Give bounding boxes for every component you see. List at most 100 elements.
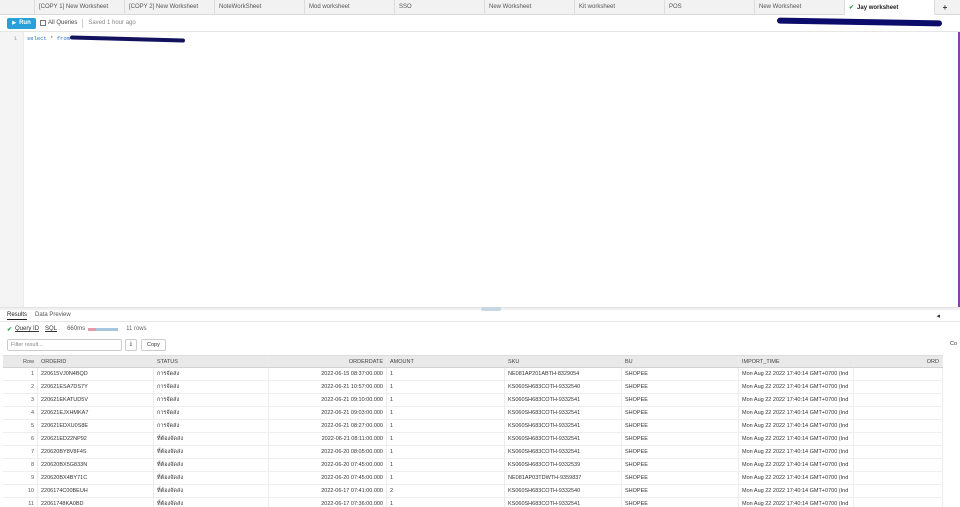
- table-cell[interactable]: SHOPEE: [622, 446, 739, 458]
- add-tab-button[interactable]: +: [935, 0, 955, 15]
- table-cell[interactable]: [854, 472, 943, 484]
- sql-link[interactable]: SQL: [45, 326, 57, 332]
- table-cell[interactable]: ที่ต้องจัดส่ง: [154, 485, 269, 497]
- table-cell[interactable]: SHOPEE: [622, 459, 739, 471]
- table-cell[interactable]: 11: [3, 498, 38, 507]
- table-cell[interactable]: Mon Aug 22 2022 17:40:14 GMT+0700 (Ind: [739, 446, 854, 458]
- table-cell[interactable]: SHOPEE: [622, 498, 739, 507]
- table-cell[interactable]: 220615VJ0N4BQD: [38, 368, 154, 380]
- table-cell[interactable]: Mon Aug 22 2022 17:40:14 GMT+0700 (Ind: [739, 459, 854, 471]
- table-row[interactable]: 8 220620BX5G833N ที่ต้องจัดส่ง 2022-06-20 0…: [3, 459, 943, 472]
- table-cell[interactable]: [854, 459, 943, 471]
- tab-worksheet[interactable]: New Worksheet: [755, 0, 845, 15]
- table-cell[interactable]: 3: [3, 394, 38, 406]
- table-row[interactable]: 1 220615VJ0N4BQD การจัดส่ง 2022-06-15 08:37…: [3, 368, 943, 381]
- tab-worksheet-active[interactable]: ✔ Jay worksheet: [845, 0, 935, 15]
- table-cell[interactable]: SHOPEE: [622, 433, 739, 445]
- table-cell[interactable]: ที่ต้องจัดส่ง: [154, 459, 269, 471]
- download-icon[interactable]: ⤓: [125, 338, 137, 351]
- tab-worksheet[interactable]: [COPY 1] New Worksheet: [35, 0, 125, 15]
- table-row[interactable]: 7 220620BY8V8F4S ที่ต้องจัดส่ง 2022-06-20 0…: [3, 446, 943, 459]
- table-cell[interactable]: [854, 381, 943, 393]
- table-cell[interactable]: 220621EKATUD5V: [38, 394, 154, 406]
- table-cell[interactable]: 2: [3, 381, 38, 393]
- table-cell[interactable]: KS060SH683COTH-9332541: [505, 407, 622, 419]
- table-cell[interactable]: KS060SH683COTH-9332539: [505, 459, 622, 471]
- tab-worksheet[interactable]: Kit worksheet: [575, 0, 665, 15]
- table-cell[interactable]: 2022-06-21 10:57:00.000: [269, 381, 387, 393]
- table-cell[interactable]: ที่ต้องจัดส่ง: [154, 472, 269, 484]
- table-cell[interactable]: Mon Aug 22 2022 17:40:14 GMT+0700 (Ind: [739, 394, 854, 406]
- table-row[interactable]: 10 2206174C00BEUH ที่ต้องจัดส่ง 2022-06-17 …: [3, 485, 943, 498]
- table-cell[interactable]: KS060SH683COTH-9332541: [505, 433, 622, 445]
- table-cell[interactable]: KS060SH683COTH-9332541: [505, 394, 622, 406]
- code-line[interactable]: select * from: [27, 35, 70, 42]
- all-queries-toggle[interactable]: All Queries: [40, 20, 77, 26]
- table-cell[interactable]: 1: [387, 433, 505, 445]
- table-cell[interactable]: Mon Aug 22 2022 17:40:14 GMT+0700 (Ind: [739, 485, 854, 497]
- table-cell[interactable]: 220620BX4BY71C: [38, 472, 154, 484]
- table-cell[interactable]: 220621EDXU0S8E: [38, 420, 154, 432]
- column-header[interactable]: SKU: [505, 356, 622, 367]
- table-cell[interactable]: [854, 485, 943, 497]
- table-cell[interactable]: Mon Aug 22 2022 17:40:14 GMT+0700 (Ind: [739, 420, 854, 432]
- table-cell[interactable]: 1: [3, 368, 38, 380]
- table-cell[interactable]: 2206174C00BEUH: [38, 485, 154, 497]
- table-cell[interactable]: 1: [387, 446, 505, 458]
- column-header[interactable]: Row: [3, 356, 38, 367]
- tab-data-preview[interactable]: Data Preview: [35, 312, 71, 319]
- table-cell[interactable]: 9: [3, 472, 38, 484]
- table-cell[interactable]: SHOPEE: [622, 472, 739, 484]
- table-cell[interactable]: 220621EJXHMKA7: [38, 407, 154, 419]
- table-cell[interactable]: NE081AP201ABTH-8329054: [505, 368, 622, 380]
- table-cell[interactable]: 1: [387, 420, 505, 432]
- table-cell[interactable]: [854, 446, 943, 458]
- table-cell[interactable]: การจัดส่ง: [154, 381, 269, 393]
- table-cell[interactable]: [854, 394, 943, 406]
- tab-worksheet[interactable]: Mod worksheet: [305, 0, 395, 15]
- table-cell[interactable]: 1: [387, 459, 505, 471]
- table-cell[interactable]: 2022-06-15 08:37:00.000: [269, 368, 387, 380]
- table-cell[interactable]: 8: [3, 459, 38, 471]
- table-cell[interactable]: SHOPEE: [622, 394, 739, 406]
- table-cell[interactable]: KS060SH683COTH-9332540: [505, 381, 622, 393]
- column-header[interactable]: ORDERID: [38, 356, 154, 367]
- table-cell[interactable]: Mon Aug 22 2022 17:40:14 GMT+0700 (Ind: [739, 472, 854, 484]
- table-cell[interactable]: 2022-06-21 08:11:00.000: [269, 433, 387, 445]
- table-cell[interactable]: [854, 433, 943, 445]
- table-cell[interactable]: 2022-06-21 09:10:00.000: [269, 394, 387, 406]
- column-header[interactable]: AMOUNT: [387, 356, 505, 367]
- table-cell[interactable]: [854, 368, 943, 380]
- filter-result-input[interactable]: Filter result...: [7, 338, 122, 351]
- table-cell[interactable]: [854, 498, 943, 507]
- column-header[interactable]: ORD: [854, 356, 943, 367]
- all-queries-checkbox[interactable]: [40, 20, 46, 26]
- table-cell[interactable]: 220621ESA7DS7Y: [38, 381, 154, 393]
- table-cell[interactable]: KS060SH683COTH-9332541: [505, 420, 622, 432]
- table-row[interactable]: 6 220621ED22NP92 ที่ต้องจัดส่ง 2022-06-21 0…: [3, 433, 943, 446]
- tab-worksheet[interactable]: POS: [665, 0, 755, 15]
- table-cell[interactable]: การจัดส่ง: [154, 368, 269, 380]
- tab-results[interactable]: Results: [7, 312, 28, 320]
- table-cell[interactable]: 220620BX5G833N: [38, 459, 154, 471]
- table-cell[interactable]: Mon Aug 22 2022 17:40:14 GMT+0700 (Ind: [739, 407, 854, 419]
- table-cell[interactable]: 1: [387, 472, 505, 484]
- table-cell[interactable]: 1: [387, 407, 505, 419]
- column-header[interactable]: BU: [622, 356, 739, 367]
- table-cell[interactable]: [854, 407, 943, 419]
- column-header[interactable]: STATUS: [154, 356, 269, 367]
- tab-worksheet[interactable]: SSO: [395, 0, 485, 15]
- table-cell[interactable]: ที่ต้องจัดส่ง: [154, 433, 269, 445]
- table-cell[interactable]: 2022-06-17 07:36:00.000: [269, 498, 387, 507]
- table-cell[interactable]: Mon Aug 22 2022 17:40:14 GMT+0700 (Ind: [739, 433, 854, 445]
- table-row[interactable]: 11 22061748KA0BD ที่ต้องจัดส่ง 2022-06-17 0…: [3, 498, 943, 507]
- table-cell[interactable]: SHOPEE: [622, 407, 739, 419]
- table-cell[interactable]: การจัดส่ง: [154, 420, 269, 432]
- table-cell[interactable]: SHOPEE: [622, 368, 739, 380]
- table-row[interactable]: 9 220620BX4BY71C ที่ต้องจัดส่ง 2022-06-20 0…: [3, 472, 943, 485]
- tab-worksheet[interactable]: New Worksheet: [485, 0, 575, 15]
- sql-editor[interactable]: 1 select * from: [0, 32, 960, 307]
- table-cell[interactable]: 1: [387, 498, 505, 507]
- table-cell[interactable]: ที่ต้องจัดส่ง: [154, 446, 269, 458]
- tab-worksheet[interactable]: [COPY 2] New Worksheet: [125, 0, 215, 15]
